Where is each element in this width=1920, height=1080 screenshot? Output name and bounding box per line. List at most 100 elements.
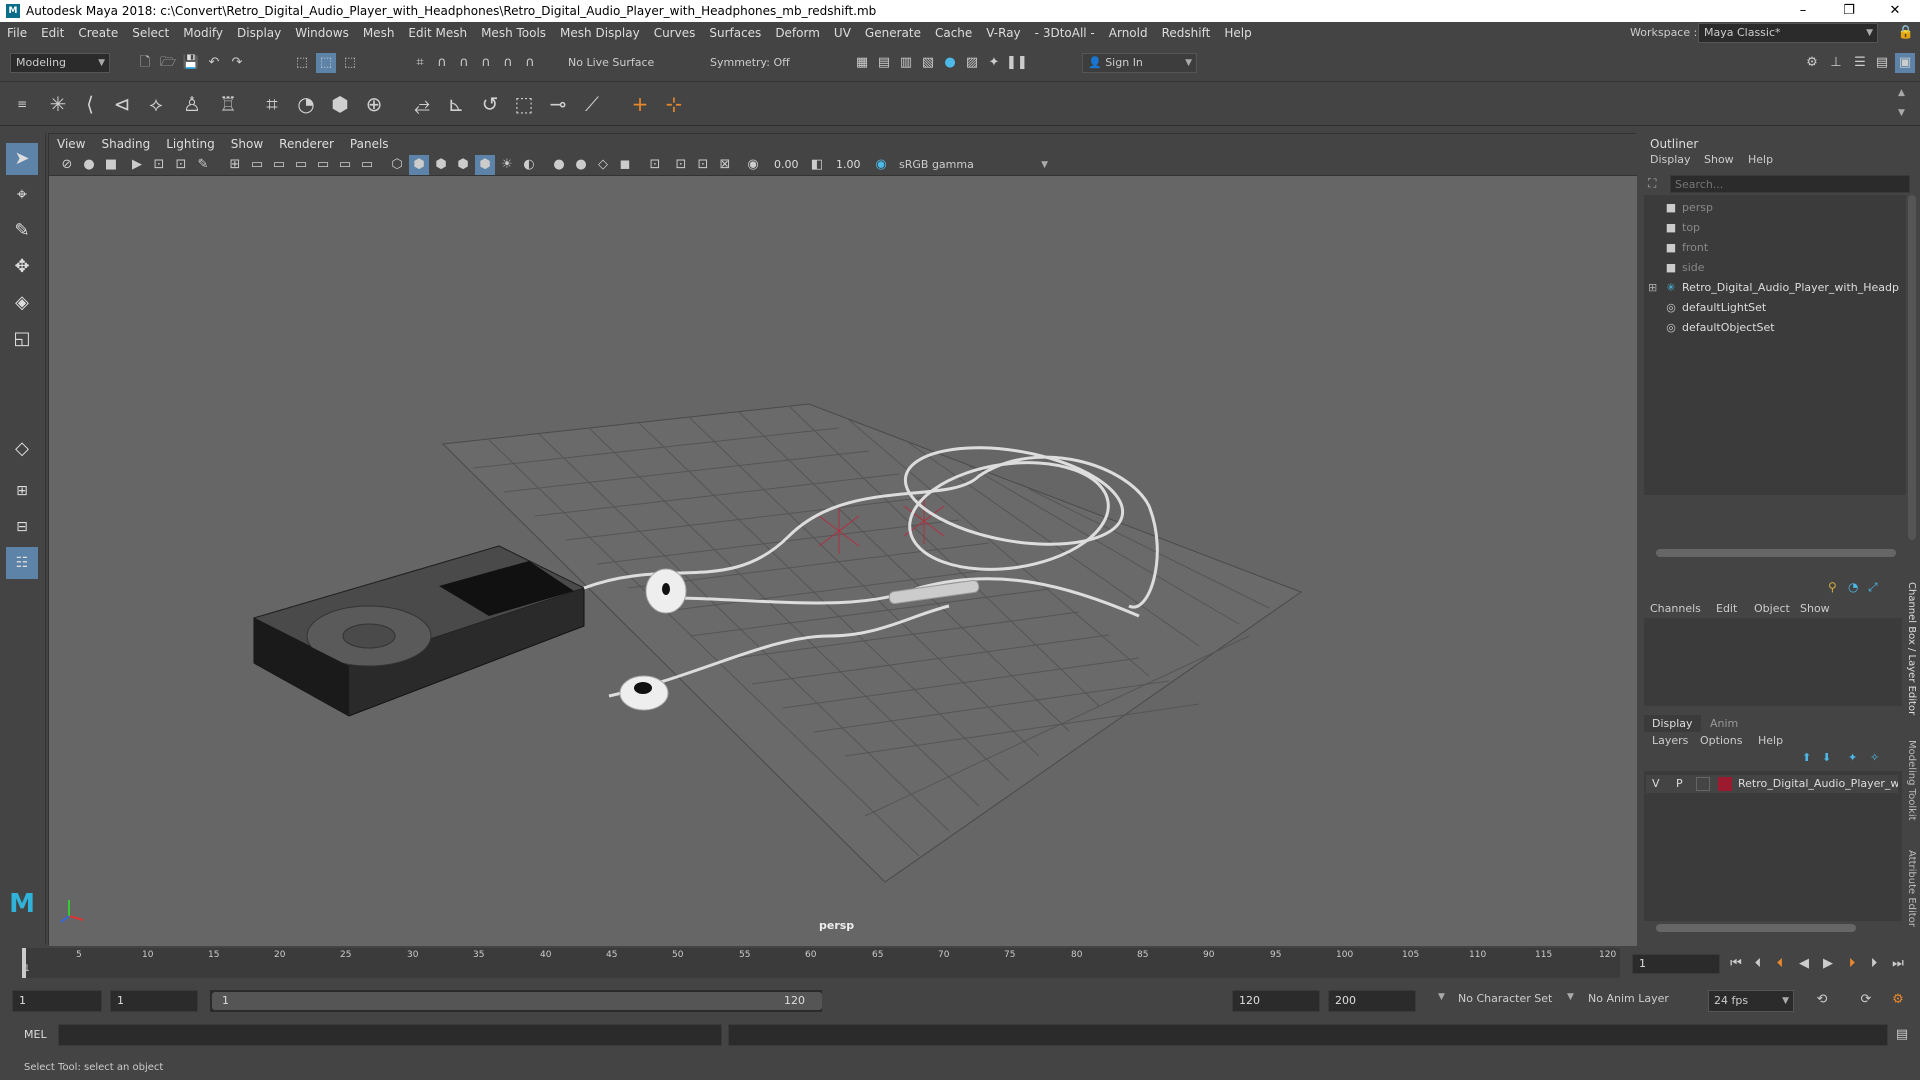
symmetry-field[interactable]: Symmetry: Off bbox=[704, 53, 804, 73]
constraint-scale-icon[interactable]: ⬚ bbox=[510, 90, 538, 118]
channels-show-menu[interactable]: Show bbox=[1800, 602, 1830, 615]
depth-of-field-icon[interactable]: ◼ bbox=[615, 155, 635, 175]
menu-create[interactable]: Create bbox=[71, 26, 125, 40]
isolate-select-icon[interactable]: ● bbox=[549, 155, 569, 175]
outliner-menu-show[interactable]: Show bbox=[1704, 153, 1734, 166]
anti-alias-icon[interactable]: ◇ bbox=[593, 155, 613, 175]
attribute-icon[interactable]: ⤢ bbox=[1868, 580, 1878, 595]
color-management-icon[interactable]: ◉ bbox=[871, 155, 891, 175]
outliner-search-input[interactable] bbox=[1670, 175, 1910, 193]
menu-arnold[interactable]: Arnold bbox=[1102, 26, 1155, 40]
light-editor-icon[interactable]: ✦ bbox=[984, 53, 1004, 73]
range-slider-track[interactable]: 1 120 bbox=[210, 990, 822, 1012]
exposure-icon[interactable]: ◉ bbox=[743, 155, 763, 175]
layers-menu[interactable]: Layers bbox=[1652, 734, 1688, 747]
view-transform-dropdown[interactable]: sRGB gamma ▼ bbox=[893, 155, 1053, 175]
attribute-editor-icon[interactable]: ⊥ bbox=[1826, 53, 1846, 73]
render-settings-icon[interactable]: ▧ bbox=[918, 53, 938, 73]
undo-icon[interactable]: ↶ bbox=[204, 53, 224, 73]
menu-uv[interactable]: UV bbox=[827, 26, 858, 40]
save-scene-icon[interactable]: 💾 bbox=[181, 53, 201, 73]
motion-blur-icon[interactable]: ● bbox=[571, 155, 591, 175]
character-set-dropdown[interactable]: No Character Set bbox=[1458, 992, 1552, 1005]
lasso-tool-icon[interactable]: ⌖ bbox=[6, 179, 38, 211]
layout-single-icon[interactable]: ⊞ bbox=[6, 475, 38, 507]
ik-handle-icon[interactable]: ⊲ bbox=[108, 90, 136, 118]
tool-settings-icon[interactable]: ☰ bbox=[1850, 53, 1870, 73]
menu-deform[interactable]: Deform bbox=[768, 26, 827, 40]
menu-display[interactable]: Display bbox=[230, 26, 288, 40]
snap-pivot-icon[interactable]: ∩ bbox=[520, 53, 540, 73]
time-slider-track[interactable]: 1 5 10 15 20 25 30 35 40 45 50 55 60 65 … bbox=[22, 948, 1620, 978]
play-forwards-icon[interactable]: ▶ bbox=[1818, 954, 1838, 974]
render-current-icon[interactable]: ▤ bbox=[874, 53, 894, 73]
move-layer-down-icon[interactable]: ⬇ bbox=[1822, 751, 1831, 764]
script-editor-icon[interactable]: ▤ bbox=[1892, 1025, 1912, 1045]
new-scene-icon[interactable]: 🗋 bbox=[135, 53, 155, 73]
loop-icon[interactable]: ⟲ bbox=[1812, 990, 1832, 1010]
step-back-key-icon[interactable]: ⏴ bbox=[1770, 954, 1790, 974]
shelf-scroll-down-icon[interactable]: ▼ bbox=[1898, 108, 1905, 118]
wrap-icon[interactable]: ◔ bbox=[292, 90, 320, 118]
viewport-menu-lighting[interactable]: Lighting bbox=[158, 137, 223, 151]
minimize-button[interactable]: – bbox=[1780, 0, 1826, 22]
viewport-menu-show[interactable]: Show bbox=[223, 137, 271, 151]
two-d-pan-icon[interactable]: ⊡ bbox=[171, 155, 191, 175]
backface-icon[interactable]: ⊠ bbox=[715, 155, 735, 175]
chevron-down-icon[interactable]: ▼ bbox=[1567, 992, 1574, 1002]
smooth-shade-icon[interactable]: ⬢ bbox=[409, 155, 429, 175]
layer-display-type[interactable] bbox=[1696, 777, 1710, 791]
channels-menu[interactable]: Channels bbox=[1650, 602, 1701, 615]
use-lights-icon[interactable]: ⬢ bbox=[475, 155, 495, 175]
paint-select-icon[interactable]: ✎ bbox=[6, 215, 38, 247]
channel-box-side-tab[interactable]: Channel Box / Layer Editor bbox=[1903, 582, 1917, 715]
playback-end-field[interactable]: 120 bbox=[1232, 990, 1320, 1012]
camera-lock-icon[interactable]: ● bbox=[79, 155, 99, 175]
select-tool-icon[interactable]: ➤ bbox=[6, 143, 38, 175]
new-layer-selected-icon[interactable]: ✧ bbox=[1870, 751, 1879, 764]
menu-windows[interactable]: Windows bbox=[288, 26, 356, 40]
outliner-item-front[interactable]: front bbox=[1682, 239, 1708, 257]
outliner-toggle-icon[interactable]: ▣ bbox=[1895, 53, 1915, 73]
go-to-end-icon[interactable]: ⏭ bbox=[1888, 954, 1908, 974]
outliner-menu-display[interactable]: Display bbox=[1650, 153, 1691, 166]
layer-color-swatch[interactable] bbox=[1718, 777, 1732, 791]
go-to-start-icon[interactable]: ⏮ bbox=[1726, 954, 1746, 974]
layout-two-icon[interactable]: ⊟ bbox=[6, 511, 38, 543]
snap-surface-icon[interactable]: ∩ bbox=[498, 53, 518, 73]
pause-icon[interactable]: ❚❚ bbox=[1006, 53, 1028, 73]
hypershade-icon[interactable]: ● bbox=[940, 53, 960, 73]
menu-curves[interactable]: Curves bbox=[647, 26, 703, 40]
close-button[interactable]: ✕ bbox=[1872, 0, 1918, 22]
menu-cache[interactable]: Cache bbox=[928, 26, 979, 40]
filter-icon[interactable]: ⛶ bbox=[1648, 176, 1664, 192]
xray-components-icon[interactable]: ⊡ bbox=[693, 155, 713, 175]
range-slider-bar[interactable]: 1 120 bbox=[212, 992, 822, 1010]
layer-tab-display[interactable]: Display bbox=[1644, 715, 1701, 732]
exposure-field[interactable]: 0.00 bbox=[767, 155, 807, 175]
layers-options-menu[interactable]: Options bbox=[1700, 734, 1742, 747]
grid-toggle-icon[interactable]: ⊞ bbox=[225, 155, 245, 175]
menu-edit-mesh[interactable]: Edit Mesh bbox=[401, 26, 474, 40]
fps-dropdown[interactable]: 24 fps ▼ bbox=[1708, 990, 1794, 1012]
image-plane-icon[interactable]: ⊡ bbox=[149, 155, 169, 175]
layers-help-menu[interactable]: Help bbox=[1758, 734, 1783, 747]
menu-mesh-display[interactable]: Mesh Display bbox=[553, 26, 647, 40]
menu-modify[interactable]: Modify bbox=[176, 26, 230, 40]
move-tool-icon[interactable]: ✥ bbox=[6, 251, 38, 283]
workspace-dropdown[interactable]: Maya Classic* ▼ bbox=[1698, 23, 1878, 43]
viewport-menu-view[interactable]: View bbox=[49, 137, 93, 151]
snap-view-icon[interactable]: ∩ bbox=[476, 53, 496, 73]
select-component-icon[interactable]: ⬚ bbox=[340, 53, 360, 73]
bind-skin-icon[interactable]: ⟡ bbox=[142, 90, 170, 118]
outliner-item-default-object-set[interactable]: defaultObjectSet bbox=[1682, 319, 1775, 337]
channels-edit-menu[interactable]: Edit bbox=[1716, 602, 1737, 615]
outliner-item-side[interactable]: side bbox=[1682, 259, 1705, 277]
camera-attributes-icon[interactable]: ■ bbox=[101, 155, 121, 175]
constraint-parent-icon[interactable]: ⥄ bbox=[408, 90, 436, 118]
animation-start-field[interactable]: 1 bbox=[12, 990, 102, 1012]
menu-mesh[interactable]: Mesh bbox=[356, 26, 402, 40]
layout-outliner-icon[interactable]: ☷ bbox=[6, 547, 38, 579]
wireframe-on-shaded-icon[interactable]: ⬢ bbox=[431, 155, 451, 175]
maximize-button[interactable]: ❐ bbox=[1826, 0, 1872, 22]
